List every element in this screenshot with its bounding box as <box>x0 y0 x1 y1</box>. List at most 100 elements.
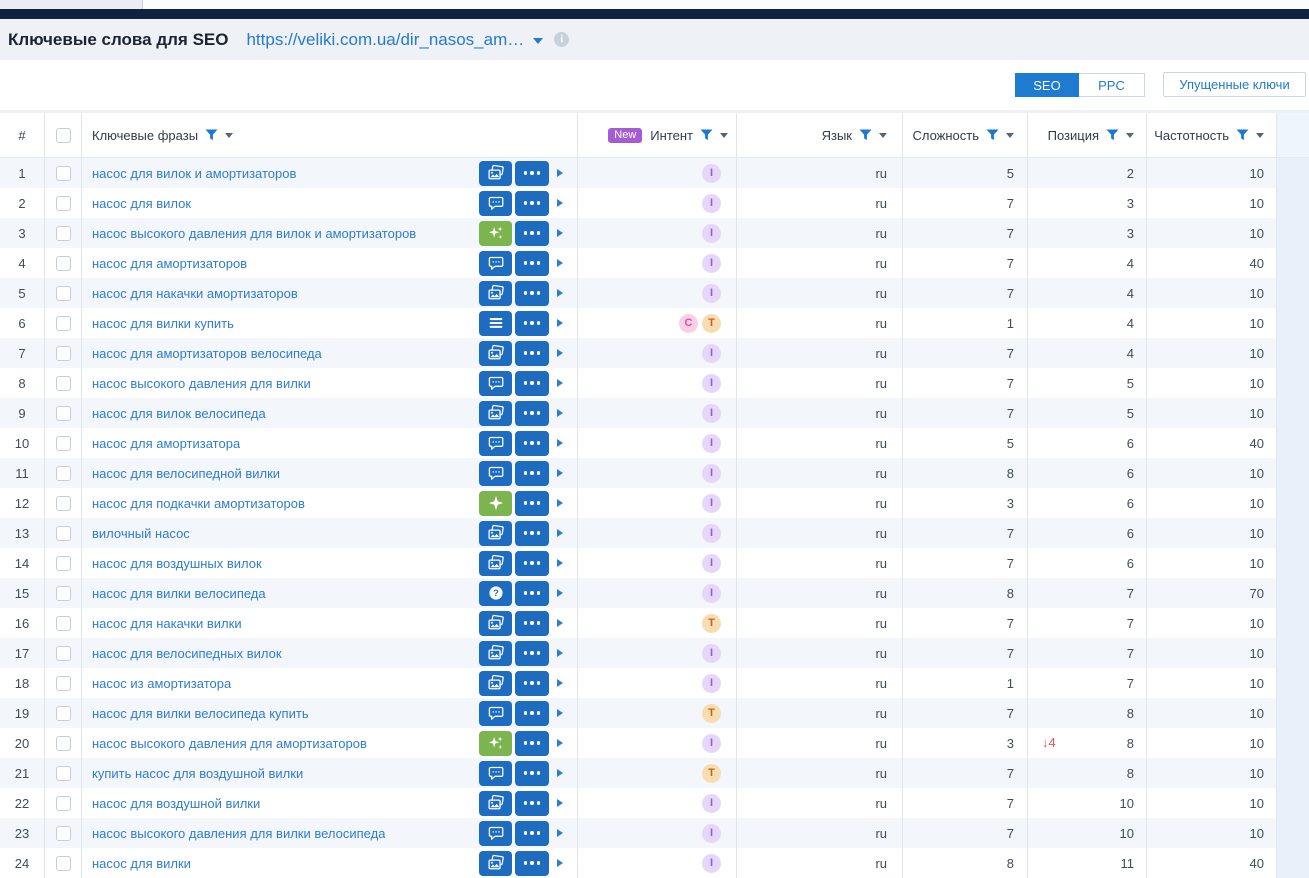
expand-row-icon[interactable] <box>557 859 563 867</box>
keyword-link[interactable]: насос высокого давления для вилки велоси… <box>92 826 385 841</box>
dropdown-caret-icon[interactable] <box>1006 132 1014 138</box>
expand-row-icon[interactable] <box>557 169 563 177</box>
chat-icon[interactable] <box>479 820 512 846</box>
dropdown-caret-icon[interactable] <box>225 132 234 138</box>
keyword-link[interactable]: насос для накачки амортизаторов <box>92 286 298 301</box>
filter-icon[interactable] <box>205 129 218 141</box>
keyword-link[interactable]: насос высокого давления для амортизаторо… <box>92 736 367 751</box>
photos-icon[interactable] <box>479 550 512 576</box>
sparkles-icon[interactable] <box>479 220 512 246</box>
row-checkbox[interactable] <box>55 555 71 571</box>
chat-icon[interactable] <box>479 250 512 276</box>
expand-row-icon[interactable] <box>557 799 563 807</box>
more-actions-button[interactable] <box>515 580 549 606</box>
expand-row-icon[interactable] <box>557 229 563 237</box>
expand-row-icon[interactable] <box>557 649 563 657</box>
more-actions-button[interactable] <box>515 670 549 696</box>
menu-icon[interactable] <box>479 310 512 336</box>
keyword-link[interactable]: купить насос для воздушной вилки <box>92 766 303 781</box>
row-checkbox[interactable] <box>55 585 71 601</box>
photos-icon[interactable] <box>479 280 512 306</box>
dropdown-caret-icon[interactable] <box>1126 132 1134 138</box>
dropdown-caret-icon[interactable] <box>1256 132 1264 138</box>
keyword-link[interactable]: насос для накачки вилки <box>92 616 242 631</box>
more-actions-button[interactable] <box>515 460 549 486</box>
dropdown-caret-icon[interactable] <box>879 132 887 138</box>
more-actions-button[interactable] <box>515 700 549 726</box>
more-actions-button[interactable] <box>515 640 549 666</box>
select-all-checkbox[interactable] <box>55 127 71 143</box>
expand-row-icon[interactable] <box>557 379 563 387</box>
photos-icon[interactable] <box>479 160 512 186</box>
keyword-link[interactable]: насос для амортизаторов велосипеда <box>92 346 322 361</box>
keyword-link[interactable]: насос для велосипедной вилки <box>92 466 280 481</box>
expand-row-icon[interactable] <box>557 589 563 597</box>
chat-icon[interactable] <box>479 370 512 396</box>
filter-icon[interactable] <box>859 129 872 141</box>
more-actions-button[interactable] <box>515 610 549 636</box>
row-checkbox[interactable] <box>55 795 71 811</box>
more-actions-button[interactable] <box>515 310 549 336</box>
expand-row-icon[interactable] <box>557 319 563 327</box>
more-actions-button[interactable] <box>515 220 549 246</box>
keyword-link[interactable]: насос для вилок <box>92 196 191 211</box>
row-checkbox[interactable] <box>55 195 71 211</box>
row-checkbox[interactable] <box>55 165 71 181</box>
missed-keywords-button[interactable]: Упущенные ключи <box>1163 72 1306 97</box>
expand-row-icon[interactable] <box>557 829 563 837</box>
expand-row-icon[interactable] <box>557 529 563 537</box>
expand-row-icon[interactable] <box>557 409 563 417</box>
row-checkbox[interactable] <box>55 285 71 301</box>
row-checkbox[interactable] <box>55 675 71 691</box>
photos-icon[interactable] <box>479 340 512 366</box>
dropdown-caret-icon[interactable] <box>720 132 728 138</box>
expand-row-icon[interactable] <box>557 289 563 297</box>
keyword-link[interactable]: насос для вилки купить <box>92 316 234 331</box>
more-actions-button[interactable] <box>515 850 549 876</box>
row-checkbox[interactable] <box>55 405 71 421</box>
more-actions-button[interactable] <box>515 760 549 786</box>
row-checkbox[interactable] <box>55 495 71 511</box>
keyword-link[interactable]: насос высокого давления для вилки <box>92 376 311 391</box>
photos-icon[interactable] <box>479 670 512 696</box>
expand-row-icon[interactable] <box>557 619 563 627</box>
more-actions-button[interactable] <box>515 550 549 576</box>
chat-icon[interactable] <box>479 760 512 786</box>
row-checkbox[interactable] <box>55 645 71 661</box>
expand-row-icon[interactable] <box>557 199 563 207</box>
keyword-link[interactable]: насос высокого давления для вилок и амор… <box>92 226 416 241</box>
expand-row-icon[interactable] <box>557 499 563 507</box>
keyword-link[interactable]: вилочный насос <box>92 526 190 541</box>
row-checkbox[interactable] <box>55 225 71 241</box>
more-actions-button[interactable] <box>515 430 549 456</box>
more-actions-button[interactable] <box>515 160 549 186</box>
expand-row-icon[interactable] <box>557 769 563 777</box>
row-checkbox[interactable] <box>55 735 71 751</box>
row-checkbox[interactable] <box>55 765 71 781</box>
expand-row-icon[interactable] <box>557 559 563 567</box>
keyword-link[interactable]: насос из амортизатора <box>92 676 231 691</box>
more-actions-button[interactable] <box>515 520 549 546</box>
chat-icon[interactable] <box>479 190 512 216</box>
keyword-link[interactable]: насос для амортизаторов <box>92 256 247 271</box>
expand-row-icon[interactable] <box>557 439 563 447</box>
filter-icon[interactable] <box>986 129 999 141</box>
photos-icon[interactable] <box>479 790 512 816</box>
keyword-link[interactable]: насос для вилок велосипеда <box>92 406 266 421</box>
more-actions-button[interactable] <box>515 490 549 516</box>
keyword-link[interactable]: насос для вилки <box>92 856 191 871</box>
analyzed-url-link[interactable]: https://veliki.com.ua/dir_nasos_am… <box>246 30 524 50</box>
more-actions-button[interactable] <box>515 400 549 426</box>
photos-icon[interactable] <box>479 610 512 636</box>
more-actions-button[interactable] <box>515 280 549 306</box>
filter-icon[interactable] <box>700 129 713 141</box>
row-checkbox[interactable] <box>55 435 71 451</box>
expand-row-icon[interactable] <box>557 469 563 477</box>
more-actions-button[interactable] <box>515 250 549 276</box>
seo-tab-button[interactable]: SEO <box>1015 73 1079 97</box>
keyword-link[interactable]: насос для вилки велосипеда купить <box>92 706 309 721</box>
keyword-link[interactable]: насос для воздушных вилок <box>92 556 262 571</box>
expand-row-icon[interactable] <box>557 739 563 747</box>
row-checkbox[interactable] <box>55 705 71 721</box>
more-actions-button[interactable] <box>515 820 549 846</box>
